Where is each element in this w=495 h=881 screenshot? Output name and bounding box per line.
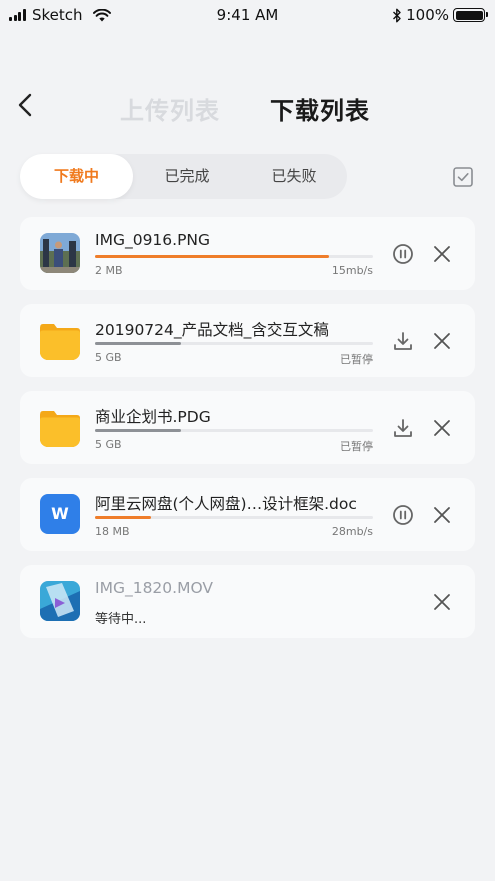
progress-fill: [95, 255, 329, 258]
download-item[interactable]: IMG_0916.PNG 2 MB 15mb/s: [20, 217, 475, 290]
status-filter: 下载中 已完成 已失败: [20, 154, 347, 199]
word-doc-icon: W: [40, 494, 80, 534]
progress-fill: [95, 429, 182, 432]
file-name: 阿里云网盘(个人网盘)…设计框架.doc: [95, 495, 357, 513]
file-size: 5 GB: [95, 351, 122, 364]
file-size: 5 GB: [95, 438, 122, 451]
pause-icon[interactable]: [392, 243, 414, 265]
filter-downloading[interactable]: 下载中: [20, 154, 133, 199]
video-thumbnail: [40, 581, 80, 621]
file-name: 商业企划书.PDG: [95, 408, 211, 426]
download-status: 已暂停: [340, 440, 373, 453]
filter-completed[interactable]: 已完成: [133, 154, 241, 199]
waiting-status: 等待中...: [95, 612, 147, 627]
download-item[interactable]: 商业企划书.PDG 5 GB 已暂停: [20, 391, 475, 464]
progress-bar: [95, 255, 373, 258]
folder-icon: [40, 320, 80, 360]
battery-icon: [453, 8, 488, 22]
download-status: 已暂停: [340, 353, 373, 366]
close-icon[interactable]: [431, 330, 453, 352]
tab-upload-list[interactable]: 上传列表: [120, 91, 220, 126]
progress-bar: [95, 342, 373, 345]
close-icon[interactable]: [431, 504, 453, 526]
word-doc-letter: W: [51, 504, 69, 523]
download-item[interactable]: IMG_1820.MOV 等待中...: [20, 565, 475, 638]
download-icon[interactable]: [392, 417, 414, 439]
folder-icon: [40, 407, 80, 447]
status-right: 100%: [392, 6, 488, 24]
file-name: 20190724_产品文档_含交互文稿: [95, 321, 329, 339]
pause-icon[interactable]: [392, 504, 414, 526]
progress-fill: [95, 342, 182, 345]
close-icon[interactable]: [431, 243, 453, 265]
file-name: IMG_1820.MOV: [95, 579, 213, 597]
battery-percent: 100%: [406, 6, 449, 24]
file-size: 2 MB: [95, 264, 123, 277]
download-speed: 28mb/s: [331, 525, 373, 538]
select-checkbox-icon[interactable]: [452, 166, 474, 188]
download-item[interactable]: W 阿里云网盘(个人网盘)…设计框架.doc 18 MB 28mb/s: [20, 478, 475, 551]
file-name: IMG_0916.PNG: [95, 231, 211, 249]
close-icon[interactable]: [431, 591, 453, 613]
back-arrow-icon[interactable]: [14, 92, 40, 118]
bluetooth-icon: [393, 8, 401, 22]
progress-bar: [95, 516, 373, 519]
image-thumbnail: [40, 233, 80, 273]
file-size: 18 MB: [95, 525, 130, 538]
filter-failed[interactable]: 已失败: [241, 154, 347, 199]
download-speed: 15mb/s: [331, 264, 373, 277]
download-icon[interactable]: [392, 330, 414, 352]
progress-fill: [95, 516, 151, 519]
close-icon[interactable]: [431, 417, 453, 439]
progress-bar: [95, 429, 373, 432]
status-bar: Sketch 9:41 AM 100%: [0, 0, 495, 30]
tab-download-list[interactable]: 下载列表: [270, 91, 370, 126]
download-item[interactable]: 20190724_产品文档_含交互文稿 5 GB 已暂停: [20, 304, 475, 377]
